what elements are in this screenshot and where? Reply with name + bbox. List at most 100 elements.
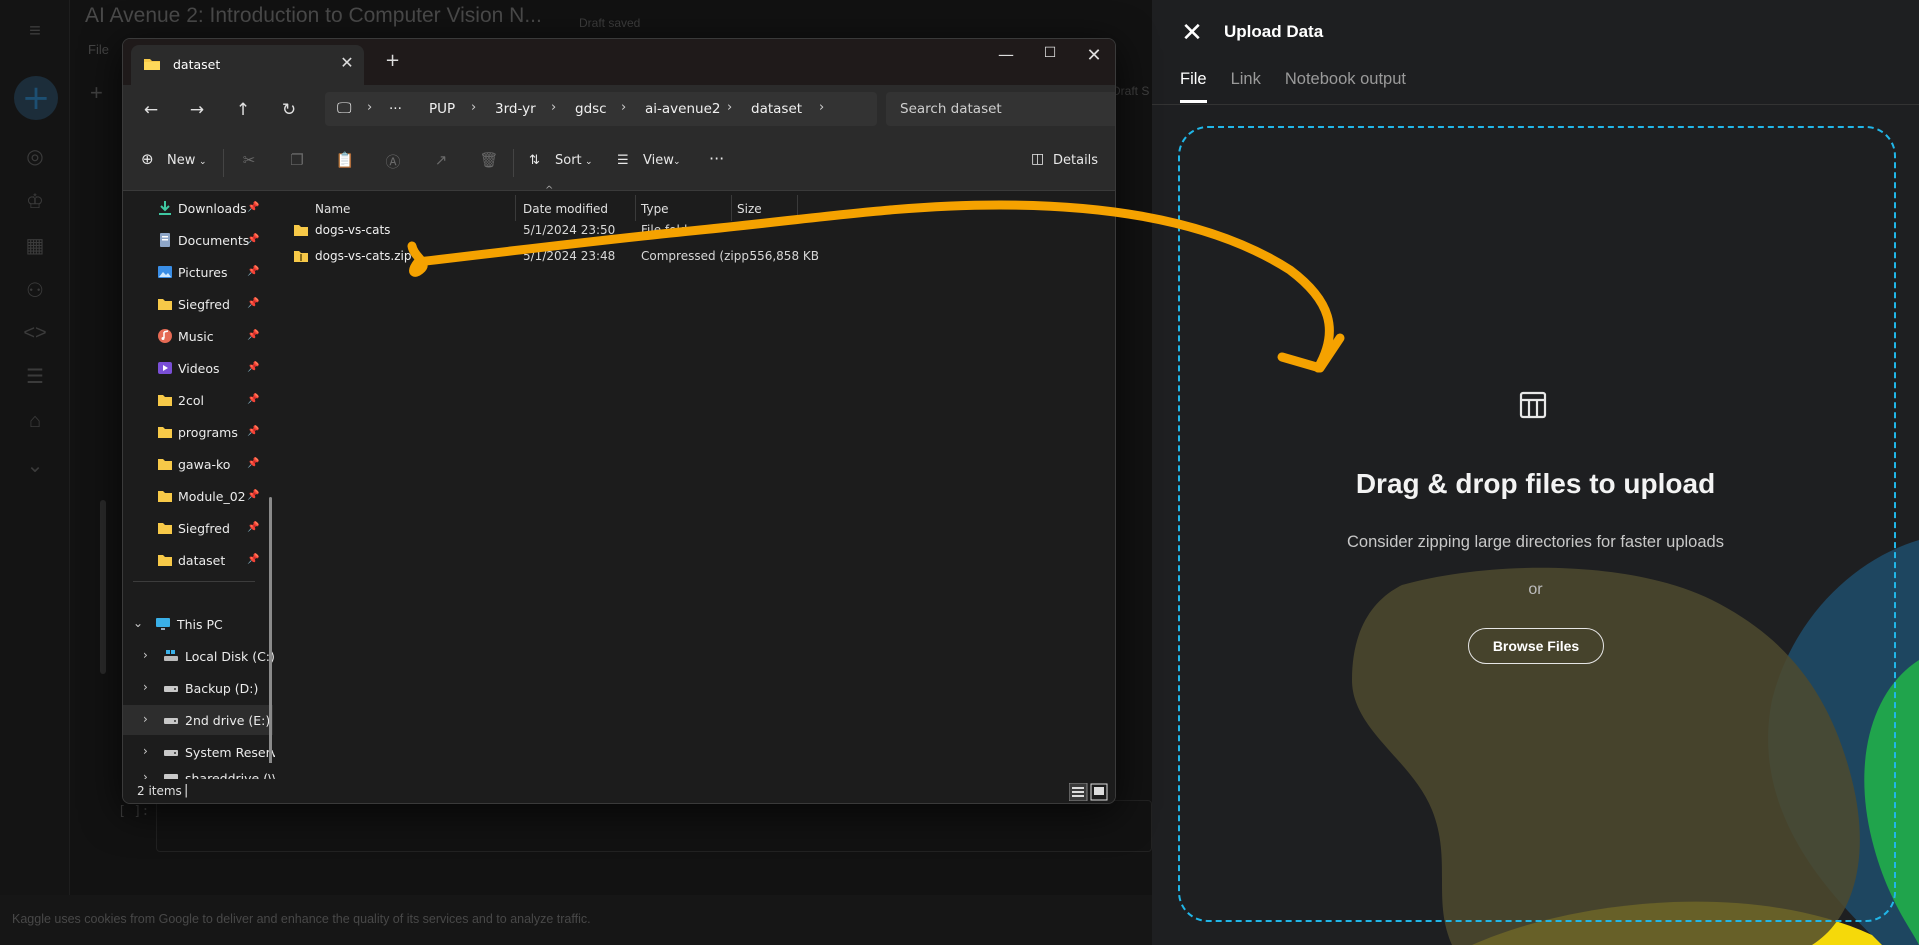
column-header-date-modified[interactable]: Date modified — [523, 202, 608, 216]
details-pane-icon[interactable]: ◫ — [1031, 151, 1044, 167]
discussion-icon[interactable]: ☰ — [22, 363, 48, 389]
nav-item-backup-d[interactable]: › Backup (D:) — [123, 673, 273, 703]
pin-icon: 📌 — [247, 266, 260, 277]
chevron-right-icon[interactable]: › — [143, 744, 148, 758]
chevron-right-icon[interactable]: › — [819, 100, 824, 115]
forward-arrow-icon[interactable]: → — [185, 98, 209, 122]
chevron-right-icon[interactable]: › — [143, 712, 148, 726]
compass-icon[interactable]: ◎ — [22, 143, 48, 169]
new-plus-icon[interactable]: ⊕ — [141, 150, 154, 168]
tab-link[interactable]: Link — [1231, 70, 1261, 103]
breadcrumb-ai-avenue2[interactable]: ai-avenue2 — [645, 101, 720, 117]
column-header-size[interactable]: Size — [737, 202, 762, 216]
models-icon[interactable]: ⚇ — [22, 277, 48, 303]
rename-icon[interactable]: Ⓐ — [383, 151, 403, 171]
nav-item-local-disk-c[interactable]: › Local Disk (C:) — [123, 641, 275, 671]
breadcrumb-gdsc[interactable]: gdsc — [575, 101, 607, 117]
more-options-icon[interactable]: ··· — [709, 149, 724, 168]
nav-scrollbar[interactable] — [269, 497, 272, 763]
nav-label: 2col — [178, 393, 204, 408]
window-close-icon[interactable]: ✕ — [1079, 45, 1109, 71]
explorer-status-bar: 2 items | — [123, 779, 1115, 803]
hamburger-menu-icon[interactable]: ≡ — [22, 18, 48, 44]
nav-item-siegfred-2[interactable]: Siegfred 📌 — [123, 513, 273, 543]
cut-icon[interactable]: ✂ — [239, 151, 259, 171]
address-bar[interactable]: 🖵 › ··· PUP › 3rd-yr › gdsc › ai-avenue2… — [325, 92, 877, 126]
explorer-tab-dataset[interactable]: dataset ✕ — [131, 45, 364, 85]
add-cell-icon[interactable]: + — [90, 80, 103, 106]
back-arrow-icon[interactable]: ← — [139, 98, 163, 122]
nav-item-siegfred[interactable]: Siegfred 📌 — [123, 289, 273, 319]
nav-item-gawa-ko[interactable]: gawa-ko 📌 — [123, 449, 273, 479]
column-header-type[interactable]: Type — [641, 202, 669, 216]
sort-button[interactable]: Sort — [555, 153, 582, 168]
up-arrow-icon[interactable]: ↑ — [231, 98, 255, 122]
nav-item-module-02[interactable]: Module_02 📌 — [123, 481, 273, 511]
upload-table-icon — [1519, 391, 1547, 419]
code-icon[interactable]: <> — [22, 320, 48, 346]
share-icon[interactable]: ↗ — [431, 151, 451, 171]
nav-item-2nd-drive-e[interactable]: › 2nd drive (E:) — [123, 705, 273, 735]
maximize-icon[interactable]: ☐ — [1035, 45, 1065, 71]
view-toggle-icons[interactable] — [1069, 783, 1109, 801]
tab-file[interactable]: File — [1180, 70, 1207, 103]
nav-item-videos[interactable]: Videos 📌 — [123, 353, 273, 383]
nav-item-2col[interactable]: 2col 📌 — [123, 385, 273, 415]
sort-ascending-icon: ^ — [545, 185, 554, 196]
copy-icon[interactable]: ❐ — [287, 151, 307, 171]
column-header-name[interactable]: Name — [315, 202, 350, 216]
folder-icon — [158, 299, 172, 310]
paste-icon[interactable]: 📋 — [335, 151, 355, 171]
chevron-right-icon: › — [727, 100, 733, 115]
view-lines-icon[interactable]: ☰ — [617, 153, 629, 168]
breadcrumb-pup[interactable]: PUP — [429, 101, 455, 117]
trophy-icon[interactable]: ♔ — [22, 188, 48, 214]
breadcrumb-3rd-yr[interactable]: 3rd-yr — [495, 101, 536, 117]
minimize-icon[interactable]: — — [991, 45, 1021, 71]
draft-status-side: Draft S — [1112, 84, 1150, 98]
chevron-down-icon: ⌄ — [673, 157, 681, 167]
nav-item-pictures[interactable]: Pictures 📌 — [123, 257, 273, 287]
nav-item-documents[interactable]: Documents 📌 — [123, 225, 273, 255]
nav-item-dataset[interactable]: dataset 📌 — [123, 545, 273, 575]
file-drop-zone[interactable] — [1178, 126, 1896, 922]
pin-icon: 📌 — [247, 394, 260, 405]
refresh-icon[interactable]: ↻ — [277, 98, 301, 122]
videos-icon — [158, 362, 172, 374]
breadcrumb-more-icon[interactable]: ··· — [389, 101, 402, 117]
nav-item-music[interactable]: Music 📌 — [123, 321, 273, 351]
chevron-right-icon[interactable]: › — [143, 648, 148, 662]
file-menu[interactable]: File — [88, 42, 109, 57]
new-tab-icon[interactable]: + — [385, 50, 400, 71]
tab-notebook-output[interactable]: Notebook output — [1285, 70, 1406, 103]
tab-close-icon[interactable]: ✕ — [337, 53, 357, 73]
file-date-modified: 5/1/2024 23:50 — [523, 223, 616, 237]
chevron-right-icon[interactable]: › — [143, 680, 148, 694]
file-row[interactable]: dogs-vs-cats.zip 5/1/2024 23:48 Compress… — [283, 243, 883, 269]
learn-icon[interactable]: ⌂ — [22, 408, 48, 434]
drop-zone-title: Drag & drop files to upload — [1355, 468, 1716, 499]
create-button[interactable]: + — [14, 76, 58, 120]
nav-item-programs[interactable]: programs 📌 — [123, 417, 273, 447]
sort-icon[interactable]: ⇅ — [529, 153, 540, 168]
explorer-tab-label: dataset — [173, 57, 221, 72]
nav-item-this-pc[interactable]: ⌄ This PC — [123, 609, 273, 639]
view-button[interactable]: View — [643, 153, 674, 168]
file-row[interactable]: dogs-vs-cats 5/1/2024 23:50 File folder — [283, 217, 883, 243]
new-button[interactable]: New — [167, 153, 195, 168]
this-pc-monitor-icon[interactable]: 🖵 — [337, 99, 351, 117]
datasets-table-icon[interactable]: ▦ — [22, 232, 48, 258]
delete-icon[interactable]: 🗑 — [479, 151, 499, 171]
browse-files-button[interactable]: Browse Files — [1468, 628, 1604, 664]
more-chevron-icon[interactable]: ⌄ — [22, 452, 48, 478]
nav-item-downloads[interactable]: Downloads 📌 — [123, 193, 273, 223]
breadcrumb-dataset[interactable]: dataset — [751, 101, 802, 117]
code-cell[interactable] — [156, 800, 1152, 852]
close-icon[interactable]: ✕ — [1178, 18, 1206, 46]
nav-item-system-reserved[interactable]: › System Reserv — [123, 737, 275, 763]
search-input[interactable]: Search dataset — [886, 92, 1115, 126]
notebook-title[interactable]: AI Avenue 2: Introduction to Computer Vi… — [85, 4, 542, 28]
folder-icon — [158, 395, 172, 406]
chevron-down-icon[interactable]: ⌄ — [133, 616, 143, 630]
details-button[interactable]: Details — [1053, 153, 1098, 168]
